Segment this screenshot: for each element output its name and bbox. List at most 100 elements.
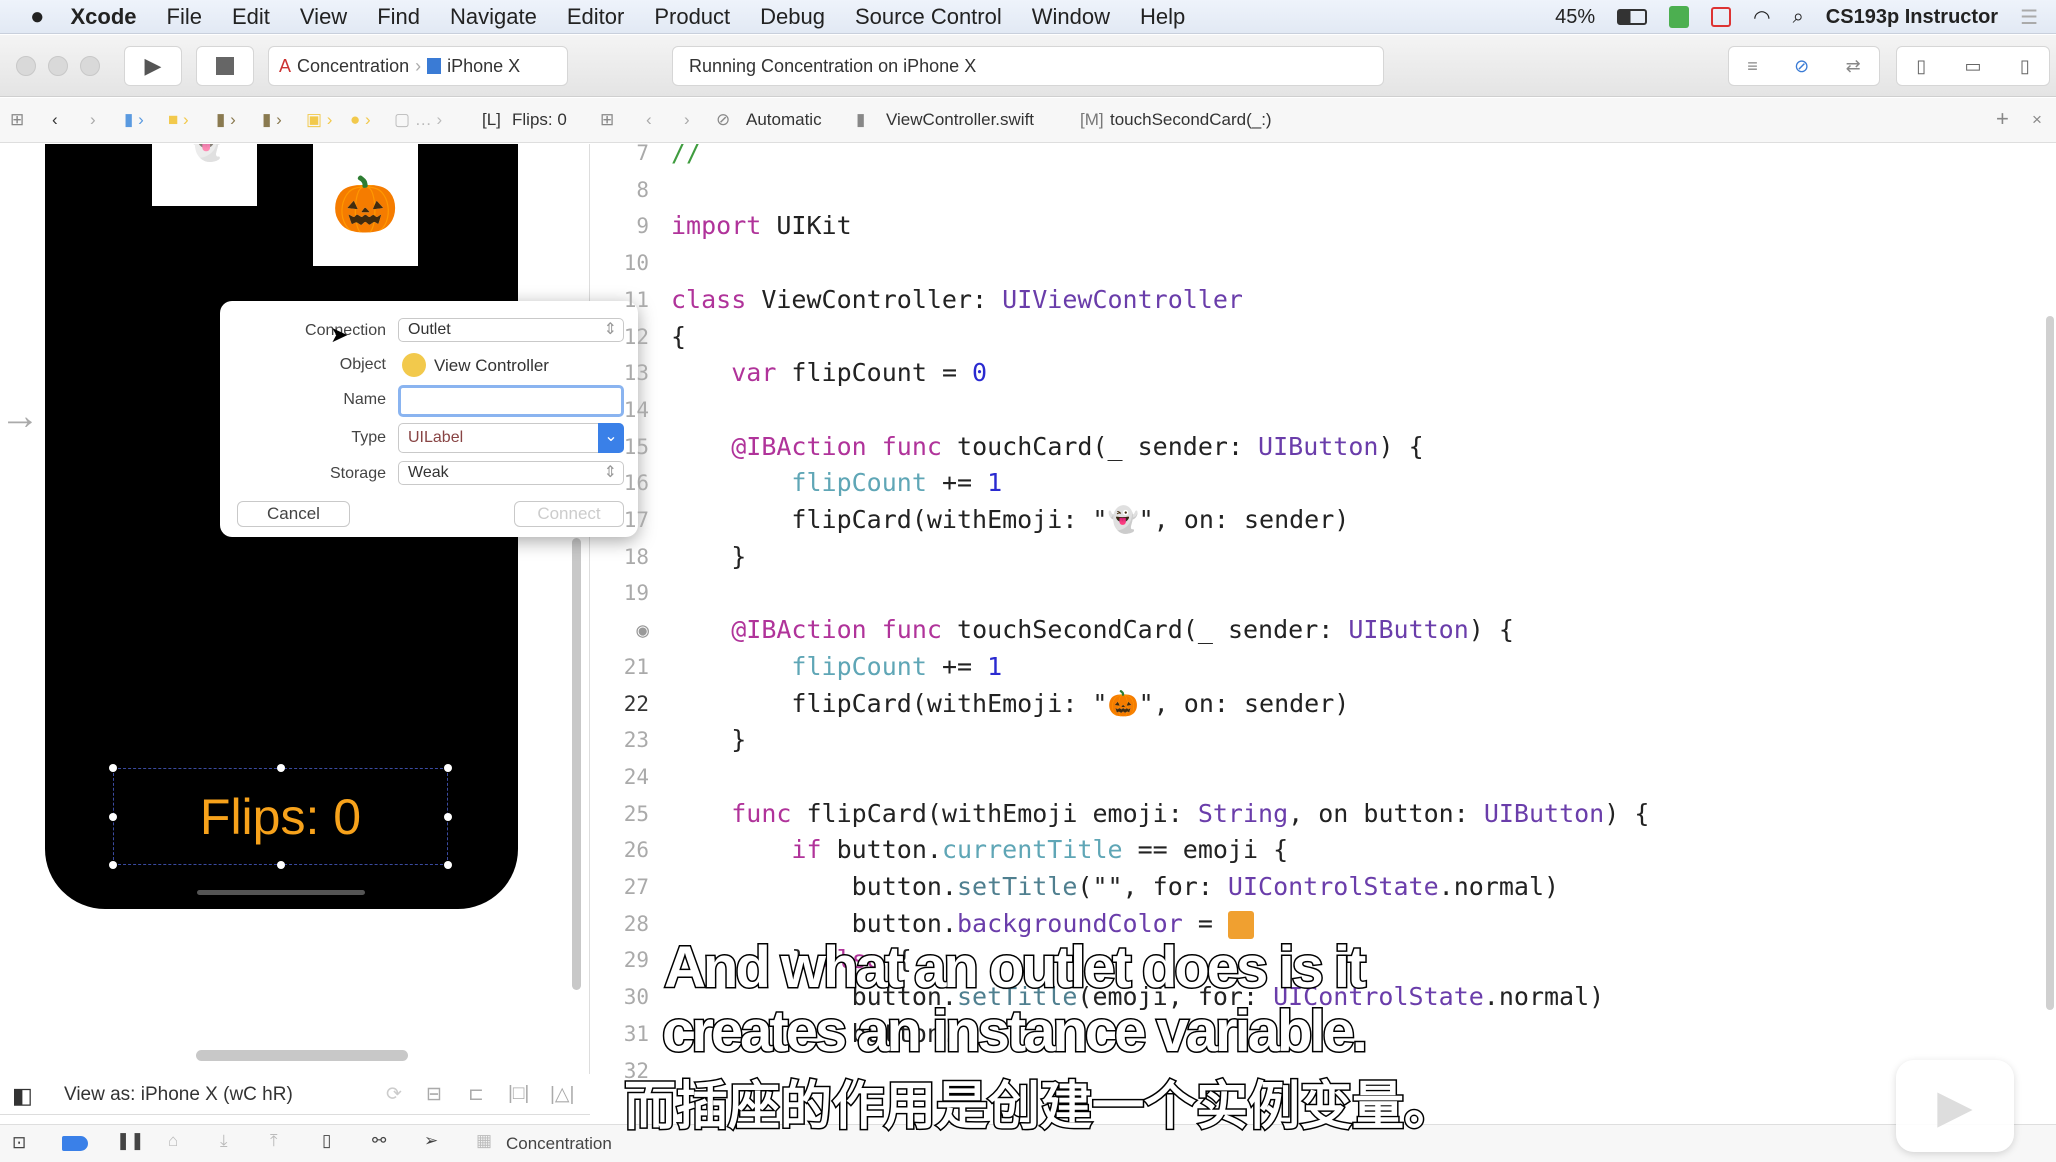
update-frames-icon[interactable]: ⟳ [386,1083,402,1106]
back-button[interactable]: ‹ [52,110,58,130]
resolve-issues-icon[interactable]: |△| [550,1083,574,1106]
storyboard-icon[interactable]: ▮ › [216,110,236,130]
close-window-button[interactable] [16,56,36,76]
debug-area-toggle-icon[interactable]: ▭ [1964,56,1981,77]
menu-window[interactable]: Window [1032,4,1110,30]
forward-button[interactable]: › [90,110,96,130]
line-number[interactable]: 22 [591,692,649,716]
line-number[interactable]: 31 [591,1022,649,1046]
menu-editor[interactable]: Editor [567,4,624,30]
recorder-icon[interactable] [1711,7,1732,27]
code-line[interactable]: flipCard(withEmoji: "🎃", on: sender) [671,689,1349,719]
line-number[interactable]: 27 [591,875,649,899]
resize-handle[interactable] [444,861,452,869]
align-icon[interactable]: ⊏ [468,1083,484,1106]
hide-debug-area-icon[interactable]: ⊡ [12,1133,26,1153]
card-button-1[interactable]: 👻 [152,144,257,206]
menu-help[interactable]: Help [1140,4,1185,30]
line-number[interactable]: 8 [591,178,649,202]
line-number[interactable]: 10 [591,251,649,275]
related-items-icon-right[interactable]: ⊞ [600,110,614,130]
horizontal-scrollbar[interactable] [196,1050,408,1061]
cancel-button[interactable]: Cancel [237,501,350,527]
resize-handle[interactable] [109,861,117,869]
code-scrollbar[interactable] [2046,316,2054,1010]
add-constraints-icon[interactable]: |□| [508,1083,529,1105]
view-icon[interactable]: ▢ … › [394,110,442,130]
code-line[interactable]: flipCount += 1 [671,652,1002,681]
line-number[interactable]: 24 [591,765,649,789]
line-number[interactable]: 12 [591,325,649,349]
line-number[interactable]: 30 [591,985,649,1009]
notification-center-icon[interactable]: ☰ [2020,5,2038,30]
line-number[interactable]: 13 [591,361,649,385]
line-number[interactable]: 9 [591,214,649,238]
step-over-icon[interactable]: ⌂ [168,1131,178,1151]
code-line[interactable]: // [671,144,701,167]
app-status-icon[interactable] [1669,6,1690,28]
document-outline-toggle-icon[interactable]: ◧ [12,1083,33,1109]
jumpbar-file[interactable]: ViewController.swift [886,110,1034,130]
menu-edit[interactable]: Edit [232,4,270,30]
memory-graph-icon[interactable]: ⚯ [372,1131,386,1151]
resize-handle[interactable] [277,764,285,772]
code-line[interactable]: class ViewController: UIViewController [671,285,1243,314]
menu-xcode[interactable]: Xcode [71,4,137,30]
code-line[interactable]: { [671,322,686,351]
line-number[interactable]: 19 [591,581,649,605]
stop-button[interactable] [196,46,254,86]
user-name[interactable]: CS193p Instructor [1826,6,1998,29]
resize-handle[interactable] [109,813,117,821]
wifi-icon[interactable]: ◠ [1753,5,1770,30]
related-items-icon[interactable]: ⊞ [10,110,24,130]
line-number[interactable]: 7 [591,144,649,165]
project-icon[interactable]: ▮ › [124,110,144,130]
flips-label[interactable]: Flips: 0 [113,768,448,865]
pause-icon[interactable]: ❚❚ [116,1131,145,1151]
scheme-selector[interactable]: A Concentration › iPhone X [268,46,568,86]
code-line[interactable]: button.setTitle("", for: UIControlState.… [671,872,1559,901]
menu-view[interactable]: View [300,4,347,30]
add-editor-button[interactable]: + [1996,106,2009,132]
breakpoints-toggle-icon[interactable] [62,1136,88,1151]
line-number[interactable]: 18 [591,545,649,569]
menu-find[interactable]: Find [377,4,420,30]
resize-handle[interactable] [444,813,452,821]
menu-debug[interactable]: Debug [760,4,825,30]
location-icon[interactable]: ➢ [424,1131,438,1151]
jumpbar-mode[interactable]: Automatic [746,110,822,130]
step-into-icon[interactable]: ⤓ [220,1131,228,1151]
code-line[interactable]: if button.currentTitle == emoji { [671,835,1288,864]
menu-file[interactable]: File [167,4,202,30]
minimize-window-button[interactable] [48,56,68,76]
storyboard-base-icon[interactable]: ▮ › [262,110,282,130]
resize-handle[interactable] [109,764,117,772]
embed-in-stack-icon[interactable]: ⊟ [426,1083,442,1106]
code-line[interactable]: } [671,542,746,571]
code-line[interactable]: @IBAction func touchSecondCard(_ sender:… [671,615,1514,644]
line-number[interactable]: 25 [591,802,649,826]
assistant-editor-icon[interactable]: ⊘ [1794,56,1809,77]
code-line[interactable]: var flipCount = 0 [671,358,987,387]
view-debugger-icon[interactable]: ▯ [322,1131,331,1151]
card-button-2[interactable]: 🎃 [313,144,418,266]
apple-icon[interactable]: ● [30,3,45,31]
step-out-icon[interactable]: ⤒ [270,1131,278,1151]
line-number[interactable]: 21 [591,655,649,679]
menu-navigate[interactable]: Navigate [450,4,537,30]
line-number[interactable]: 17 [591,508,649,532]
line-number[interactable]: 11 [591,288,649,312]
vertical-scrollbar[interactable] [572,538,581,990]
search-icon[interactable]: ⌕ [1793,6,1804,29]
version-editor-icon[interactable]: ⇄ [1846,56,1861,77]
battery-percent[interactable]: 45% [1555,6,1595,29]
line-number[interactable]: 14 [591,398,649,422]
label-icon[interactable]: [L] [482,110,501,130]
connection-circle-icon[interactable]: ◉ [591,618,649,642]
line-number[interactable]: 23 [591,728,649,752]
close-editor-button[interactable]: × [2032,110,2042,130]
folder-icon[interactable]: ■ › [168,110,189,130]
code-line[interactable]: @IBAction func touchCard(_ sender: UIBut… [671,432,1423,461]
code-line[interactable]: flipCount += 1 [671,468,1002,497]
line-number[interactable]: 28 [591,912,649,936]
